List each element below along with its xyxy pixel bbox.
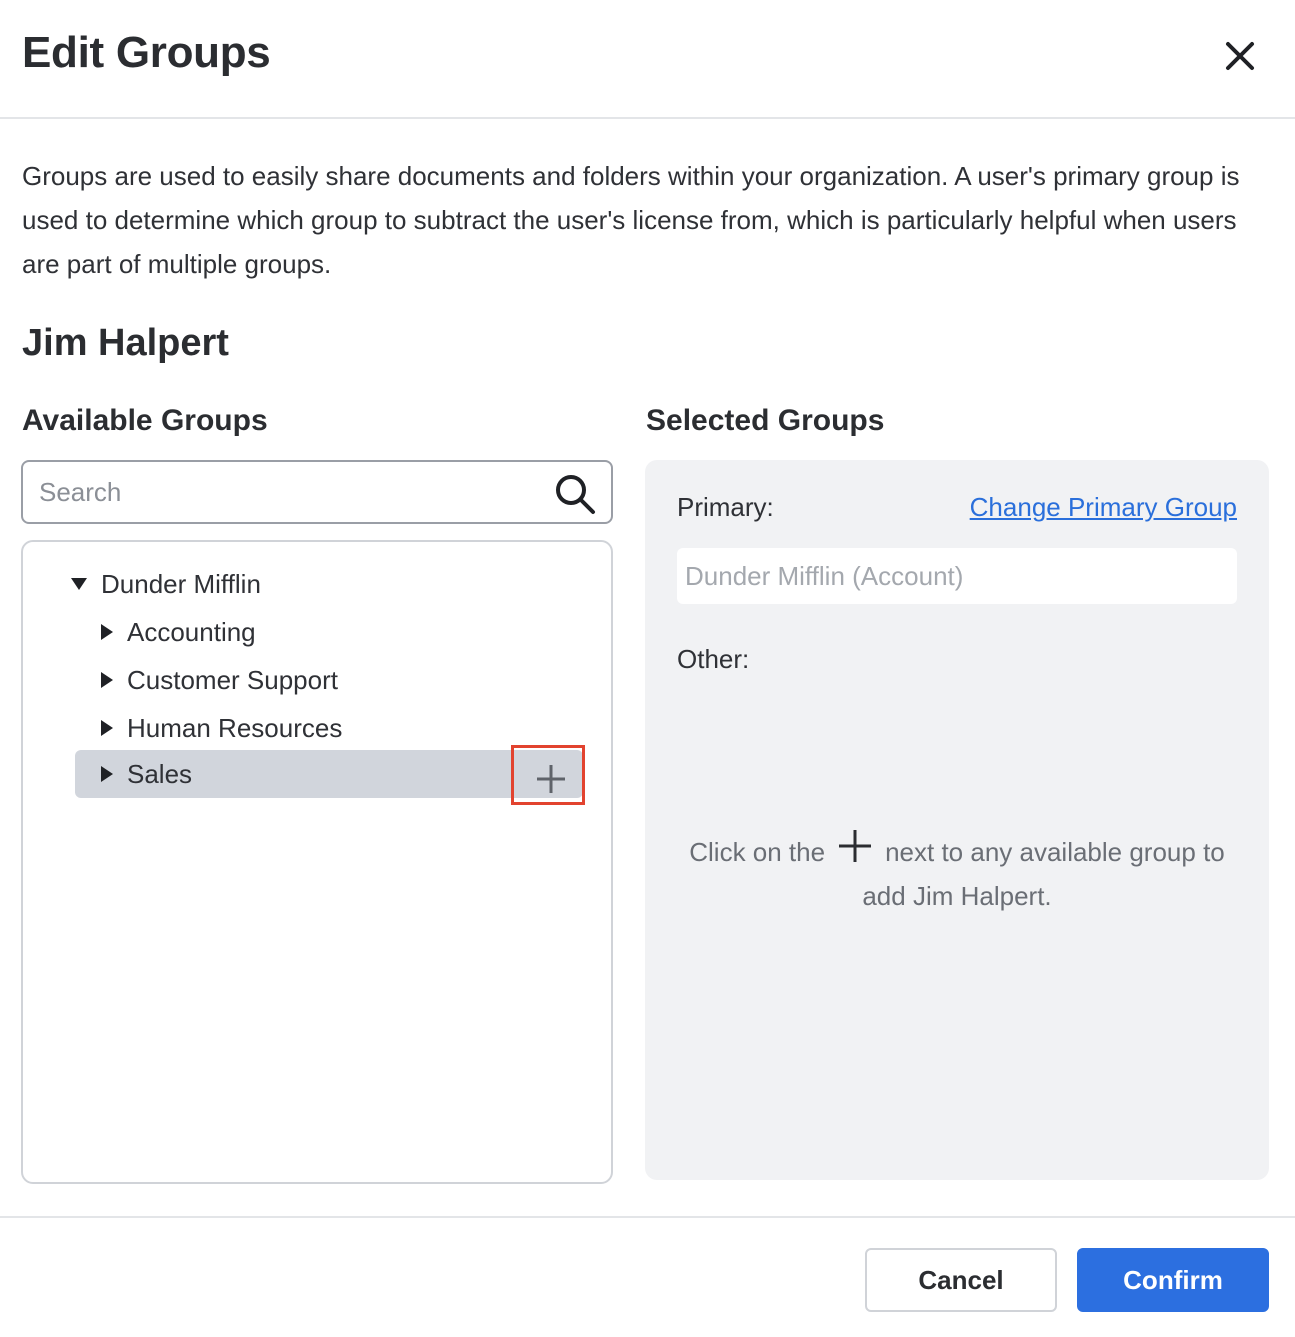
other-label: Other:	[677, 644, 750, 674]
tree-item-label: Sales	[127, 758, 193, 789]
empty-state-hint: Click on the next to any available group…	[645, 830, 1269, 918]
tree-item-label: Accounting	[127, 616, 256, 647]
caret-right-icon[interactable]	[101, 766, 113, 782]
search-box	[21, 460, 613, 524]
primary-group-field: Dunder Mifflin (Account)	[677, 548, 1237, 604]
hint-text-after: next to any available group to	[885, 837, 1225, 867]
caret-right-icon[interactable]	[101, 624, 113, 640]
primary-label: Primary:	[677, 492, 774, 522]
tree-item-human-resources[interactable]: Human Resources	[101, 704, 521, 752]
dialog-title: Edit Groups	[22, 28, 271, 77]
tree-item-sales[interactable]: Sales	[75, 750, 583, 798]
tree-item-label: Human Resources	[127, 712, 343, 743]
dialog-header: Edit Groups	[0, 0, 1295, 119]
selected-groups-title: Selected Groups	[646, 404, 885, 437]
available-groups-title: Available Groups	[22, 404, 268, 437]
hint-text-before: Click on the	[689, 837, 826, 867]
plus-icon	[837, 828, 873, 864]
tree-item-customer-support[interactable]: Customer Support	[101, 656, 521, 704]
caret-right-icon[interactable]	[101, 672, 113, 688]
close-icon[interactable]	[1218, 34, 1262, 78]
edit-groups-dialog: Edit Groups Groups are used to easily sh…	[0, 0, 1295, 1337]
hint-text-line2: add Jim Halpert.	[862, 881, 1052, 911]
selected-groups-panel: Primary: Change Primary Group Dunder Mif…	[645, 460, 1269, 1180]
dialog-description: Groups are used to easily share document…	[22, 161, 1240, 279]
confirm-button[interactable]: Confirm	[1077, 1248, 1269, 1312]
plus-icon	[537, 765, 565, 793]
tree-item-label: Dunder Mifflin	[101, 568, 261, 599]
caret-down-icon[interactable]	[71, 578, 87, 590]
user-name-heading: Jim Halpert	[22, 322, 229, 364]
tree-item-dunder-mifflin[interactable]: Dunder Mifflin	[71, 560, 471, 608]
cancel-button[interactable]: Cancel	[865, 1248, 1057, 1312]
footer-divider	[0, 1216, 1295, 1218]
caret-right-icon[interactable]	[101, 720, 113, 736]
tree-item-accounting[interactable]: Accounting	[101, 608, 521, 656]
tree-item-label: Customer Support	[127, 664, 338, 695]
search-icon[interactable]	[553, 472, 597, 516]
search-input[interactable]	[39, 470, 549, 514]
available-groups-tree: Dunder Mifflin Accounting Customer Suppo…	[21, 540, 613, 1184]
change-primary-group-link[interactable]: Change Primary Group	[970, 492, 1237, 523]
add-group-button[interactable]	[511, 745, 585, 805]
